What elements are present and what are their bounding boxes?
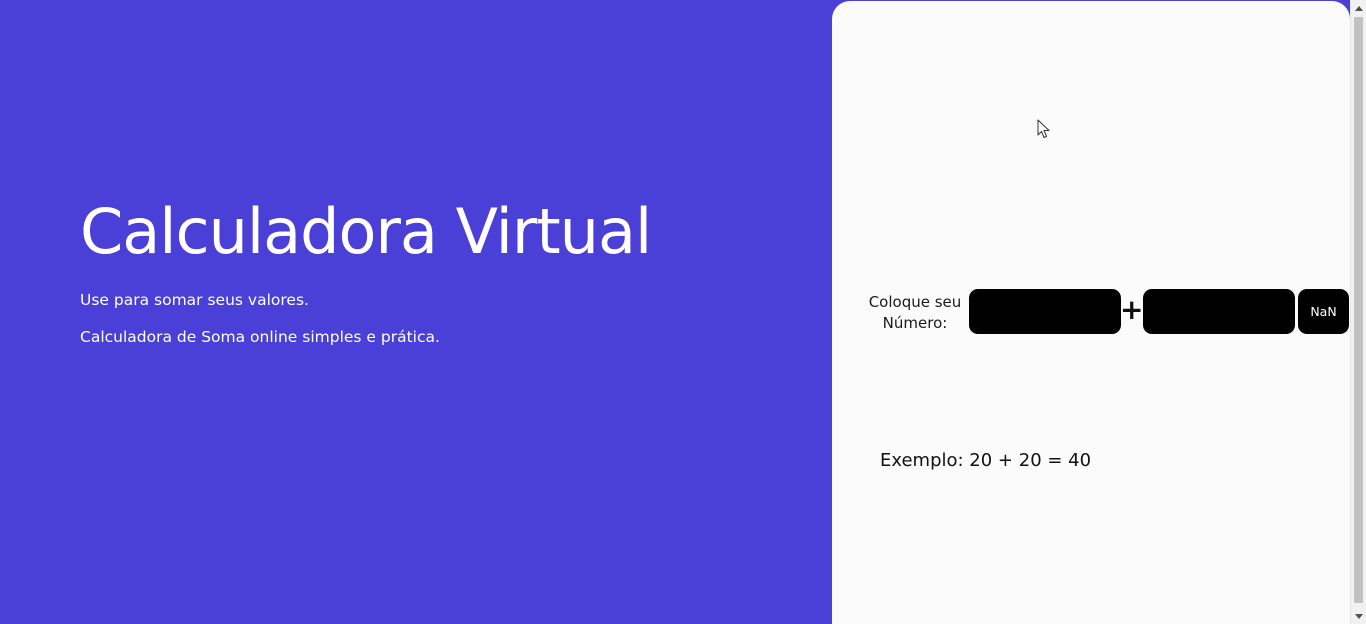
- plus-operator: +: [1120, 293, 1144, 326]
- hero-description: Calculadora de Soma online simples e prá…: [80, 328, 440, 346]
- first-number-input[interactable]: [969, 289, 1121, 334]
- page-title: Calculadora Virtual: [80, 195, 652, 268]
- scrollbar-thumb[interactable]: [1354, 17, 1363, 603]
- chevron-down-icon: [1354, 613, 1363, 619]
- result-button[interactable]: NaN: [1298, 289, 1349, 334]
- vertical-scrollbar[interactable]: [1350, 0, 1366, 624]
- number-label: Coloque seu Número:: [868, 293, 962, 332]
- hero-subtitle: Use para somar seus valores.: [80, 291, 309, 309]
- chevron-up-icon: [1354, 5, 1363, 11]
- second-number-input[interactable]: [1143, 289, 1295, 334]
- example-text: Exemplo: 20 + 20 = 40: [880, 450, 1092, 471]
- hero-section: Calculadora Virtual Use para somar seus …: [80, 190, 800, 347]
- scroll-up-button[interactable]: [1351, 0, 1366, 16]
- mouse-pointer-icon: [1037, 119, 1050, 138]
- page: Calculadora Virtual Use para somar seus …: [0, 0, 1366, 624]
- calculator-panel: Coloque seu Número: + NaN Exemplo: 20 + …: [832, 1, 1350, 624]
- scroll-down-button[interactable]: [1351, 608, 1366, 624]
